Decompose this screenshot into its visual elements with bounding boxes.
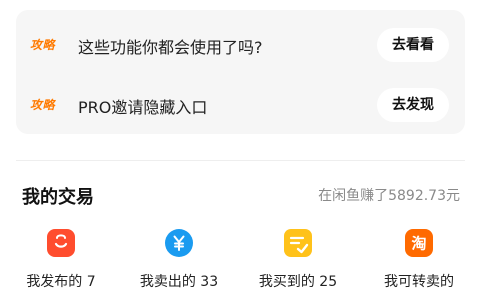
guide-text: 这些功能你都会使用了吗?	[78, 38, 263, 57]
trade-label: 我买到的 25	[258, 274, 338, 290]
guide-text: PRO邀请隐藏入口	[78, 98, 208, 117]
earnings-summary[interactable]: 在闲鱼赚了5892.73元	[318, 185, 460, 205]
trade-label: 我可转卖的	[384, 274, 454, 290]
go-discover-button[interactable]: 去发现	[377, 88, 449, 122]
guide-tag: 攻略	[30, 38, 56, 52]
go-look-button[interactable]: 去看看	[377, 28, 449, 62]
taobao-icon: 淘	[404, 228, 434, 258]
section-title: 我的交易	[22, 187, 94, 208]
trade-item-published[interactable]: 我发布的 7	[6, 226, 116, 294]
trade-label: 我发布的 7	[26, 274, 96, 290]
guide-tag: 攻略	[30, 98, 56, 112]
svg-text:淘: 淘	[410, 235, 426, 253]
divider	[16, 160, 465, 161]
guide-row[interactable]: 攻略 PRO邀请隐藏入口 去发现	[16, 84, 465, 128]
order-check-icon	[283, 228, 313, 258]
trade-item-resellable[interactable]: 淘 我可转卖的	[364, 226, 474, 294]
guide-card: 攻略 这些功能你都会使用了吗? 去看看 攻略 PRO邀请隐藏入口 去发现	[16, 10, 465, 134]
trade-label: 我卖出的 33	[139, 274, 219, 290]
yuan-coin-icon	[164, 228, 194, 258]
shopping-bag-icon	[46, 228, 76, 258]
guide-row[interactable]: 攻略 这些功能你都会使用了吗? 去看看	[16, 24, 465, 68]
trade-item-sold[interactable]: 我卖出的 33	[124, 226, 234, 294]
trade-item-bought[interactable]: 我买到的 25	[243, 226, 353, 294]
